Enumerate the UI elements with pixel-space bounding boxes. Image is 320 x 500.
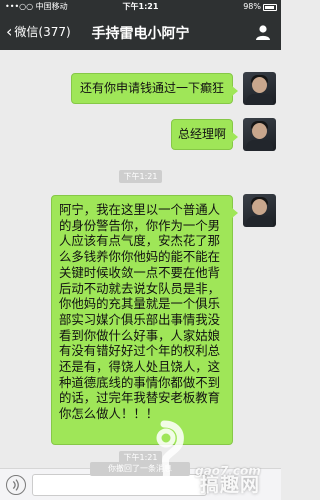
- timestamp: 下午1:21: [119, 170, 162, 183]
- status-bar: •••○○ 中国移动 下午1:21 98%: [0, 0, 281, 14]
- avatar[interactable]: [243, 118, 276, 151]
- message-bubble[interactable]: 阿宁，我在这里以一个普通人的身份警告你，你作为一个男人应该有点气度，安杰花了那么…: [51, 195, 238, 445]
- message-text: 还有你申请钱通过一下癫狂: [79, 81, 224, 95]
- battery-icon: [263, 4, 277, 11]
- message-bubble[interactable]: 还有你申请钱通过一下癫狂: [71, 73, 238, 104]
- watermark-logo: [144, 420, 184, 494]
- watermark-name: 搞趣网: [200, 474, 261, 496]
- avatar[interactable]: [243, 194, 276, 227]
- message-bubble[interactable]: 总经理啊: [171, 119, 238, 150]
- voice-icon[interactable]: [6, 475, 26, 495]
- message-text: 阿宁，我在这里以一个普通人的身份警告你，你作为一个男人应该有点气度，安杰花了那么…: [59, 202, 221, 422]
- status-time: 下午1:21: [122, 2, 159, 11]
- battery-percent: 98%: [243, 2, 261, 11]
- message-text: 总经理啊: [177, 127, 226, 141]
- chat-title: 手持雷电小阿宁: [91, 26, 190, 42]
- avatar[interactable]: [243, 72, 276, 105]
- person-icon[interactable]: [255, 24, 271, 40]
- nav-bar: ‹ 微信(377) 手持雷电小阿宁: [0, 14, 281, 50]
